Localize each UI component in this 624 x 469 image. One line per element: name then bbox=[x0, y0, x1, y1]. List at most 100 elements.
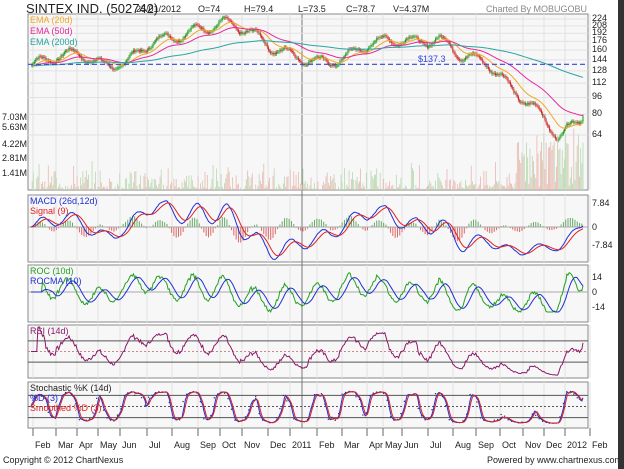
x-label: Oct bbox=[502, 440, 517, 450]
volume-bar bbox=[439, 179, 441, 190]
candle-body bbox=[264, 41, 266, 45]
legend-rocma: ROCMA (10) bbox=[30, 276, 82, 286]
candle-body bbox=[561, 133, 563, 135]
candle-body bbox=[154, 40, 156, 42]
candle-body bbox=[225, 16, 227, 19]
candle-body bbox=[428, 46, 430, 48]
candle-body bbox=[128, 56, 130, 60]
stoch-k-dot bbox=[576, 397, 578, 399]
volume-bar bbox=[361, 187, 363, 190]
volume-bar bbox=[496, 180, 497, 190]
volume-bar bbox=[511, 183, 512, 190]
volume-bar bbox=[350, 179, 352, 190]
stoch-k-dot bbox=[182, 400, 184, 403]
candle-body bbox=[221, 17, 223, 20]
volume-bar bbox=[138, 184, 140, 190]
candle-body bbox=[407, 38, 409, 40]
volume-bar bbox=[70, 184, 72, 190]
volume-bar bbox=[122, 188, 124, 190]
candle-body bbox=[239, 32, 241, 35]
volume-bar bbox=[85, 170, 87, 190]
volume-bar bbox=[367, 189, 368, 190]
candle-body bbox=[258, 32, 260, 34]
candle-body bbox=[416, 36, 418, 38]
volume-bar bbox=[44, 181, 46, 190]
volume-tick: 5.63M bbox=[2, 122, 28, 132]
volume-bar bbox=[375, 174, 376, 190]
volume-bar bbox=[387, 185, 389, 190]
candle-body bbox=[309, 60, 311, 62]
volume-bar bbox=[403, 188, 405, 190]
x-label: Jun bbox=[122, 440, 137, 450]
volume-bar bbox=[505, 187, 507, 190]
volume-bar bbox=[541, 142, 542, 190]
volume-bar bbox=[500, 184, 502, 190]
volume-bar bbox=[438, 177, 440, 190]
legend-ema20: EMA (20d) bbox=[30, 15, 73, 25]
volume-bar bbox=[155, 179, 156, 190]
candle-body bbox=[468, 54, 470, 57]
candle-body bbox=[546, 123, 548, 127]
stoch-k-dot bbox=[476, 401, 478, 403]
candle-body bbox=[307, 64, 309, 66]
candle-body bbox=[205, 32, 207, 33]
volume-bar bbox=[556, 166, 557, 190]
volume-bar bbox=[526, 142, 527, 190]
volume-bar bbox=[104, 186, 106, 190]
candle-body bbox=[424, 44, 426, 46]
volume-bar bbox=[55, 177, 57, 190]
candle-body bbox=[270, 51, 272, 54]
candle-body bbox=[552, 133, 554, 136]
volume-bar bbox=[220, 173, 222, 190]
volume-bar bbox=[379, 172, 381, 190]
volume-bar bbox=[229, 186, 231, 190]
candle-body bbox=[310, 60, 312, 62]
candle-body bbox=[341, 58, 343, 61]
candle-body bbox=[455, 55, 457, 57]
volume-bar bbox=[197, 176, 199, 190]
volume-bar bbox=[432, 185, 434, 190]
volume-bar bbox=[383, 178, 385, 190]
volume-bar bbox=[88, 174, 90, 190]
volume-bar bbox=[468, 185, 470, 190]
volume-bar bbox=[425, 187, 427, 190]
candle-body bbox=[103, 60, 105, 62]
candle-body bbox=[331, 64, 333, 66]
volume-bar bbox=[478, 184, 480, 190]
volume-bar bbox=[325, 176, 327, 190]
candle-body bbox=[156, 38, 158, 41]
candle-body bbox=[245, 31, 247, 33]
candle-body bbox=[562, 131, 564, 134]
volume-bar bbox=[102, 188, 103, 190]
volume-bar bbox=[353, 179, 355, 190]
volume-bar bbox=[178, 187, 179, 190]
volume-bar bbox=[193, 186, 194, 190]
volume-bar bbox=[461, 187, 463, 190]
open-label: O=74 bbox=[198, 4, 221, 14]
volume-bar bbox=[582, 142, 584, 190]
candle-body bbox=[196, 24, 198, 25]
volume-bar bbox=[123, 188, 125, 190]
candle-body bbox=[477, 55, 479, 57]
candle-body bbox=[319, 56, 321, 58]
candle-body bbox=[75, 50, 77, 52]
stoch-k-dot bbox=[203, 418, 205, 420]
volume-bar bbox=[272, 175, 274, 190]
candle-body bbox=[224, 17, 226, 19]
powered-by-link[interactable]: Powered by www.chartnexus.com bbox=[487, 455, 622, 465]
volume-bar bbox=[508, 173, 510, 190]
candle-body bbox=[554, 135, 556, 139]
volume-bar bbox=[332, 178, 334, 190]
candle-body bbox=[386, 36, 388, 38]
candle-body bbox=[272, 52, 274, 55]
volume-bar bbox=[152, 187, 154, 190]
candle-body bbox=[514, 92, 516, 93]
candle-body bbox=[500, 73, 502, 75]
volume-bar bbox=[349, 188, 351, 190]
candle-body bbox=[110, 66, 112, 68]
candle-body bbox=[194, 25, 196, 26]
candle-body bbox=[37, 58, 39, 59]
volume-bar bbox=[219, 187, 221, 190]
volume-bar bbox=[129, 171, 131, 190]
volume-bar bbox=[73, 165, 75, 190]
